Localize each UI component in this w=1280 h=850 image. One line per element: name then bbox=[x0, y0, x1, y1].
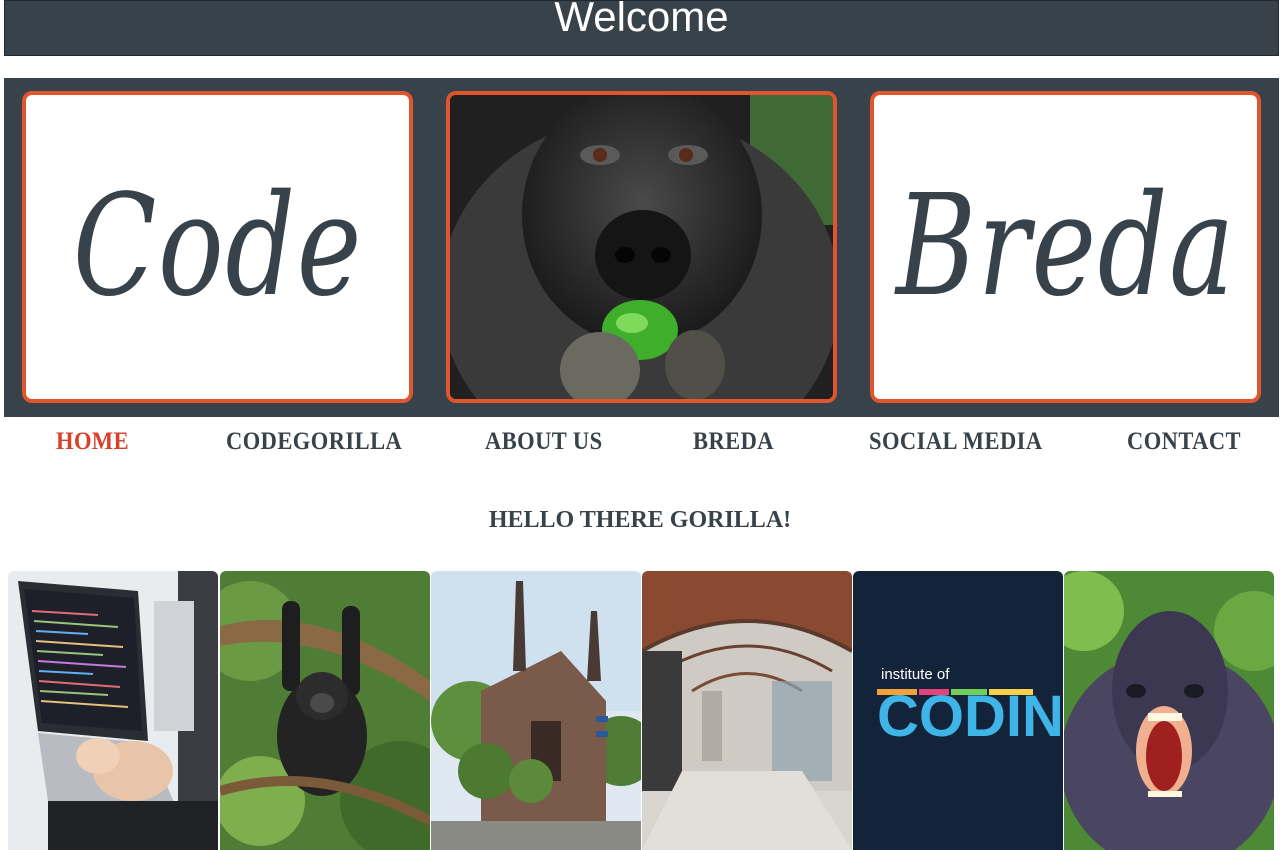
nav-breda[interactable]: BREDA bbox=[693, 428, 774, 456]
institute-of-coding-logo: institute of CODING bbox=[853, 571, 1063, 850]
gallery-photo-baby-gorilla[interactable] bbox=[220, 571, 430, 850]
nav-about-us[interactable]: ABOUT US bbox=[485, 428, 603, 456]
gallery-photo-roaring-gorilla[interactable] bbox=[1064, 571, 1274, 850]
banner-breda-card: Breda bbox=[870, 91, 1261, 403]
hero-banner: Code Breda bbox=[4, 78, 1279, 417]
laptop-coding-image bbox=[8, 571, 218, 850]
gorilla-eating-image bbox=[450, 95, 833, 399]
page-title: Welcome bbox=[554, 0, 729, 40]
welcome-heading: HELLO THERE GORILLA! bbox=[488, 507, 792, 533]
main-nav: HOME CODEGORILLA ABOUT US BREDA SOCIAL M… bbox=[0, 428, 1280, 460]
banner-code-text: Code bbox=[72, 165, 363, 328]
banner-gorilla-image bbox=[446, 91, 837, 403]
welcome-header: Welcome bbox=[4, 0, 1279, 56]
gallery-photo-laptop[interactable] bbox=[8, 571, 218, 850]
nav-codegorilla[interactable]: CODEGORILLA bbox=[226, 428, 402, 456]
nav-social-media[interactable]: SOCIAL MEDIA bbox=[869, 428, 1043, 456]
roaring-gorilla-image bbox=[1064, 571, 1274, 850]
nav-home[interactable]: HOME bbox=[56, 428, 129, 456]
breda-church-image bbox=[431, 571, 641, 850]
baby-gorilla-image bbox=[220, 571, 430, 850]
gallery-photo-institute-of-coding[interactable]: institute of CODING bbox=[853, 571, 1063, 850]
gallery-photo-hallway[interactable] bbox=[642, 571, 852, 850]
arched-hallway-image bbox=[642, 571, 852, 850]
banner-breda-text: Breda bbox=[895, 165, 1236, 328]
banner-code-card: Code bbox=[22, 91, 413, 403]
logo-small-text: institute of bbox=[881, 666, 950, 683]
gallery-photo-breda-church[interactable] bbox=[431, 571, 641, 850]
nav-contact[interactable]: CONTACT bbox=[1127, 428, 1241, 456]
